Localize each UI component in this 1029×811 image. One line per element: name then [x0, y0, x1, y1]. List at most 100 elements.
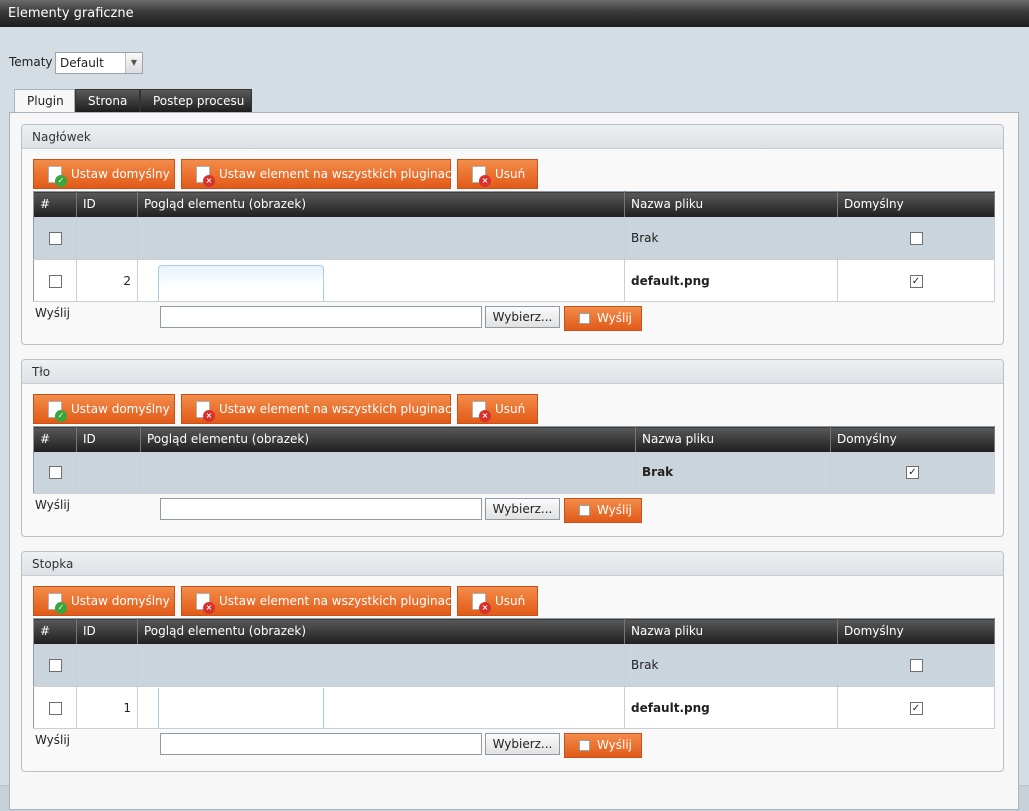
table-row[interactable]: 1 default.png ✓: [33, 686, 995, 729]
col-header-default: Domyślny: [837, 191, 995, 217]
send-button[interactable]: Wyślij: [564, 733, 642, 758]
row-filename: Brak: [624, 216, 838, 260]
file-path-input[interactable]: [160, 733, 482, 755]
table-row[interactable]: Brak: [33, 643, 995, 687]
window-title: Elementy graficzne: [0, 0, 1029, 27]
set-all-plugins-button[interactable]: × Ustaw element na wszystkich pluginach: [181, 159, 459, 189]
send-button[interactable]: Wyślij: [564, 498, 642, 523]
col-header-id: ID: [76, 618, 138, 644]
set-default-button-label: Ustaw domyślny: [71, 167, 170, 181]
set-all-plugins-button[interactable]: × Ustaw element na wszystkich pluginach: [181, 586, 459, 616]
file-path-input[interactable]: [160, 306, 482, 328]
delete-button[interactable]: × Usuń: [457, 394, 538, 424]
default-checkbox[interactable]: [909, 231, 923, 245]
tab-strona[interactable]: Strona: [75, 89, 140, 113]
browse-button[interactable]: Wybierz...: [485, 498, 560, 520]
default-checkbox[interactable]: [909, 658, 923, 672]
document-delete-icon: ×: [472, 401, 491, 422]
upload-icon: [579, 505, 590, 516]
table-header: # ID Pogląd elementu (obrazek) Nazwa pli…: [33, 191, 995, 217]
row-id: [76, 216, 138, 260]
tab-plugin[interactable]: Plugin: [14, 89, 75, 114]
section-stopka: Stopka ✓ Ustaw domyślny × Ustaw element …: [21, 551, 1004, 772]
row-id: [76, 451, 141, 494]
row-select-checkbox[interactable]: [48, 466, 62, 480]
row-filename: Brak: [624, 643, 838, 687]
set-all-plugins-button-label: Ustaw element na wszystkich pluginach: [219, 402, 460, 416]
col-header-hash: #: [33, 426, 77, 452]
col-header-preview: Pogląd elementu (obrazek): [137, 191, 625, 217]
set-default-button[interactable]: ✓ Ustaw domyślny: [33, 394, 175, 424]
col-header-id: ID: [76, 426, 141, 452]
send-button-label: Wyślij: [597, 738, 633, 752]
col-header-default: Domyślny: [830, 426, 995, 452]
table-row[interactable]: Brak ✓: [33, 451, 995, 494]
set-default-button[interactable]: ✓ Ustaw domyślny: [33, 586, 175, 616]
elements-table: # ID Pogląd elementu (obrazek) Nazwa pli…: [33, 426, 995, 494]
row-select-checkbox[interactable]: [48, 274, 62, 288]
upload-icon: [579, 740, 590, 751]
table-row[interactable]: Brak: [33, 216, 995, 260]
col-header-filename: Nazwa pliku: [624, 618, 838, 644]
row-preview: [140, 451, 636, 494]
elements-table: # ID Pogląd elementu (obrazek) Nazwa pli…: [33, 191, 995, 302]
col-header-hash: #: [33, 191, 77, 217]
upload-label: Wyślij: [35, 498, 71, 512]
default-checkbox[interactable]: ✓: [909, 274, 923, 288]
section-title: Tło: [22, 360, 1003, 384]
theme-select[interactable]: Default ▼: [55, 52, 143, 74]
row-preview: [137, 643, 625, 687]
row-preview: [137, 216, 625, 260]
document-delete-icon: ×: [472, 593, 491, 614]
document-delete-icon: ×: [196, 593, 215, 614]
document-delete-icon: ×: [196, 401, 215, 422]
document-delete-icon: ×: [196, 166, 215, 187]
row-id: 2: [76, 259, 138, 302]
table-header: # ID Pogląd elementu (obrazek) Nazwa pli…: [33, 618, 995, 644]
delete-button[interactable]: × Usuń: [457, 159, 538, 189]
col-header-filename: Nazwa pliku: [635, 426, 831, 452]
file-path-input[interactable]: [160, 498, 482, 520]
row-filename: default.png: [624, 686, 838, 729]
preview-image: [158, 687, 324, 728]
document-check-icon: ✓: [48, 166, 67, 187]
document-check-icon: ✓: [48, 593, 67, 614]
default-checkbox[interactable]: ✓: [906, 466, 919, 480]
set-default-button[interactable]: ✓ Ustaw domyślny: [33, 159, 175, 189]
browse-button[interactable]: Wybierz...: [485, 733, 560, 755]
section-tlo: Tło ✓ Ustaw domyślny × Ustaw element na …: [21, 359, 1004, 537]
row-preview: [137, 686, 625, 729]
col-header-default: Domyślny: [837, 618, 995, 644]
row-preview: [137, 259, 625, 302]
tab-postep-procesu[interactable]: Postep procesu: [140, 89, 252, 113]
set-all-plugins-button-label: Ustaw element na wszystkich pluginach: [219, 167, 460, 181]
send-button-label: Wyślij: [597, 503, 633, 517]
row-select-checkbox[interactable]: [48, 231, 62, 245]
set-default-button-label: Ustaw domyślny: [71, 402, 170, 416]
upload-icon: [579, 313, 590, 324]
row-filename: default.png: [624, 259, 838, 302]
elements-table: # ID Pogląd elementu (obrazek) Nazwa pli…: [33, 618, 995, 729]
row-select-checkbox[interactable]: [48, 658, 62, 672]
preview-image: [158, 265, 324, 301]
set-all-plugins-button[interactable]: × Ustaw element na wszystkich pluginach: [181, 394, 459, 424]
delete-button-label: Usuń: [495, 402, 526, 416]
browse-button[interactable]: Wybierz...: [485, 306, 560, 328]
table-row[interactable]: 2 default.png ✓: [33, 259, 995, 302]
send-button[interactable]: Wyślij: [564, 306, 642, 331]
upload-label: Wyślij: [35, 306, 71, 320]
row-filename: Brak: [635, 451, 831, 494]
section-naglowek: Nagłówek ✓ Ustaw domyślny × Ustaw elemen…: [21, 124, 1004, 345]
chevron-down-icon[interactable]: ▼: [125, 53, 142, 73]
delete-button[interactable]: × Usuń: [457, 586, 538, 616]
delete-button-label: Usuń: [495, 167, 526, 181]
col-header-preview: Pogląd elementu (obrazek): [140, 426, 636, 452]
default-checkbox[interactable]: ✓: [909, 701, 923, 715]
theme-select-value: Default: [60, 56, 104, 70]
delete-button-label: Usuń: [495, 594, 526, 608]
row-select-checkbox[interactable]: [48, 701, 62, 715]
col-header-filename: Nazwa pliku: [624, 191, 838, 217]
section-title: Nagłówek: [22, 125, 1003, 149]
theme-label: Tematy: [9, 55, 53, 69]
section-title: Stopka: [22, 552, 1003, 576]
